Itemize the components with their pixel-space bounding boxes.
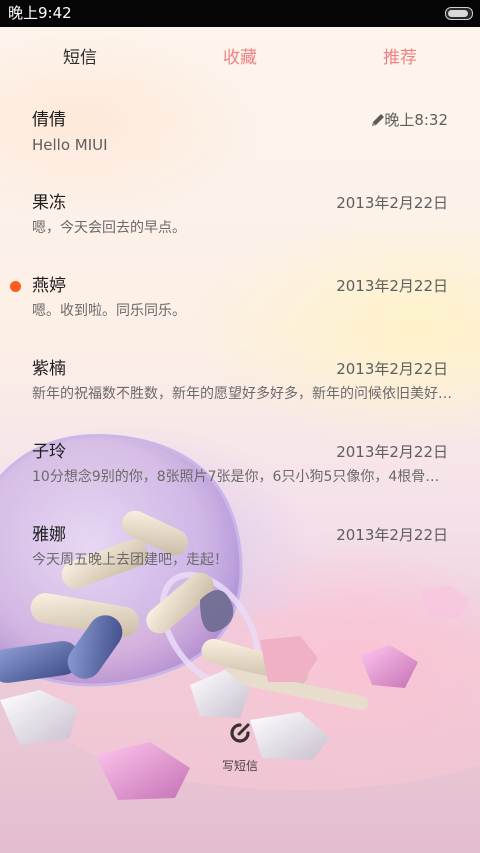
contact-name: 倩倩 (32, 110, 66, 130)
message-preview: Hello MIUI (32, 136, 108, 154)
contact-name: 子玲 (32, 442, 66, 462)
status-time: 晚上9:42 (8, 4, 72, 22)
message-date: 2013年2月22日 (336, 360, 448, 378)
message-date: 2013年2月22日 (336, 194, 448, 212)
contact-name: 雅娜 (32, 525, 66, 545)
message-preview: 嗯。收到啦。同乐同乐。 (32, 303, 186, 319)
message-preview: 嗯，今天会回去的早点。 (32, 220, 186, 236)
conversation-item[interactable]: 雅娜 2013年2月22日 今天周五晚上去团建吧，走起！ (0, 524, 480, 607)
contact-name: 紫楠 (32, 359, 66, 379)
status-bar: 晚上9:42 (0, 0, 480, 27)
conversation-item[interactable]: 子玲 2013年2月22日 10分想念9别的你，8张照片7张是你，6只小狗5只像… (0, 441, 480, 524)
conversation-item[interactable]: 紫楠 2013年2月22日 新年的祝福数不胜数，新年的愿望好多好多，新年的问候依… (0, 358, 480, 441)
message-date: 2013年2月22日 (336, 526, 448, 544)
conversation-item[interactable]: 燕婷 2013年2月22日 嗯。收到啦。同乐同乐。 (0, 275, 480, 358)
tab-recommended[interactable]: 推荐 (320, 40, 480, 76)
unread-indicator (10, 281, 21, 292)
tab-messages[interactable]: 短信 (0, 40, 160, 76)
tab-favorites[interactable]: 收藏 (160, 40, 320, 76)
contact-name: 果冻 (32, 193, 66, 213)
battery-icon (445, 7, 473, 20)
conversation-item[interactable]: 果冻 2013年2月22日 嗯，今天会回去的早点。 (0, 192, 480, 275)
tab-bar: 短信 收藏 推荐 (0, 40, 480, 76)
message-date: 2013年2月22日 (336, 443, 448, 461)
contact-name: 燕婷 (32, 276, 66, 296)
compose-button[interactable]: 写短信 (200, 716, 280, 778)
message-date: 2013年2月22日 (336, 277, 448, 295)
message-preview: 10分想念9别的你，8张照片7张是你，6只小狗5只像你，4根骨头3根给你 (32, 469, 452, 485)
compose-icon (230, 723, 250, 743)
conversation-item[interactable]: 倩倩 晚上8:32 Hello MIUI (0, 109, 480, 192)
compose-label: 写短信 (221, 759, 258, 773)
battery-level-fill (448, 10, 468, 17)
message-preview: 新年的祝福数不胜数，新年的愿望好多好多，新年的问候依旧美好，新年的祝福送给你 (32, 386, 452, 402)
message-preview: 今天周五晚上去团建吧，走起！ (32, 552, 228, 568)
message-time: 晚上8:32 (384, 111, 448, 129)
